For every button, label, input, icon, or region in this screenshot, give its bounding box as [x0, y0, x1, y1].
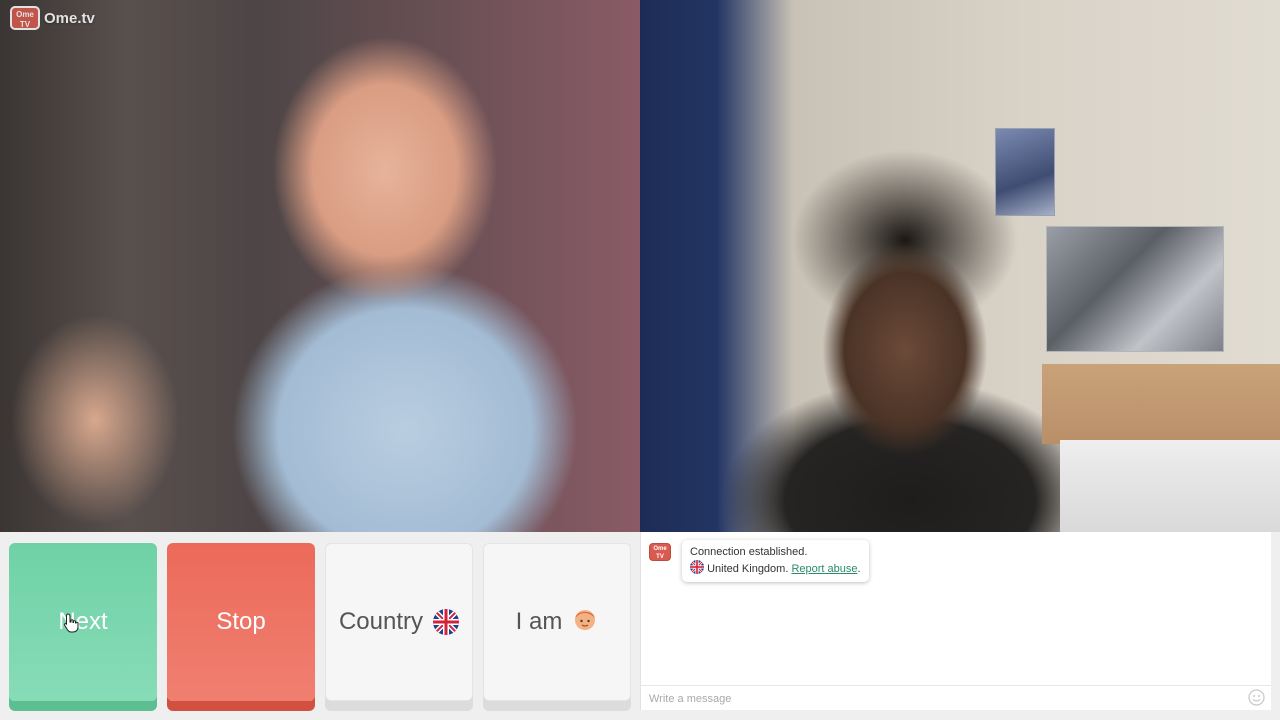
stranger-video: Ome TV Ome.tv	[0, 0, 640, 532]
united-kingdom-flag-icon	[433, 609, 460, 635]
united-kingdom-flag-icon	[690, 560, 704, 574]
message-input[interactable]	[647, 688, 1241, 710]
ometv-logo: Ome TV Ome.tv	[10, 6, 95, 30]
control-panel: Next Stop Country I am	[0, 532, 640, 720]
wall-poster-large	[1046, 226, 1224, 352]
partner-country-text: United Kingdom.	[707, 563, 789, 575]
connection-status-text: Connection established.	[690, 546, 808, 558]
logo-text: Ome.tv	[44, 9, 95, 27]
report-abuse-link[interactable]: Report abuse	[791, 563, 857, 575]
i-am-label: I am	[515, 608, 563, 635]
boy-face-icon	[572, 606, 598, 639]
app-window: Ome TV Ome.tv Next Stop Country I am Ome…	[0, 0, 1280, 720]
partner-country-line: United Kingdom. Report abuse.	[690, 560, 861, 577]
self-video	[640, 0, 1280, 532]
chat-input-row	[641, 685, 1271, 710]
stop-label: Stop	[216, 608, 266, 635]
next-button[interactable]: Next	[9, 543, 157, 701]
country-label: Country	[338, 608, 424, 635]
stop-button[interactable]: Stop	[167, 543, 315, 701]
wall-poster-small	[995, 128, 1055, 216]
country-button[interactable]: Country	[325, 543, 473, 701]
smiley-icon[interactable]	[1248, 689, 1265, 706]
system-message: Connection established. United Kingdom. …	[682, 540, 869, 582]
ometv-system-icon: Ome TV	[649, 543, 671, 561]
i-am-button[interactable]: I am	[483, 543, 631, 701]
hand-cursor-icon	[63, 613, 79, 633]
bed-headboard	[1042, 364, 1280, 444]
bed	[1060, 440, 1280, 532]
chat-panel: Ome TV Connection established. United Ki…	[640, 532, 1271, 710]
ometv-tv-icon: Ome TV	[10, 6, 40, 30]
report-suffix: .	[857, 563, 861, 575]
